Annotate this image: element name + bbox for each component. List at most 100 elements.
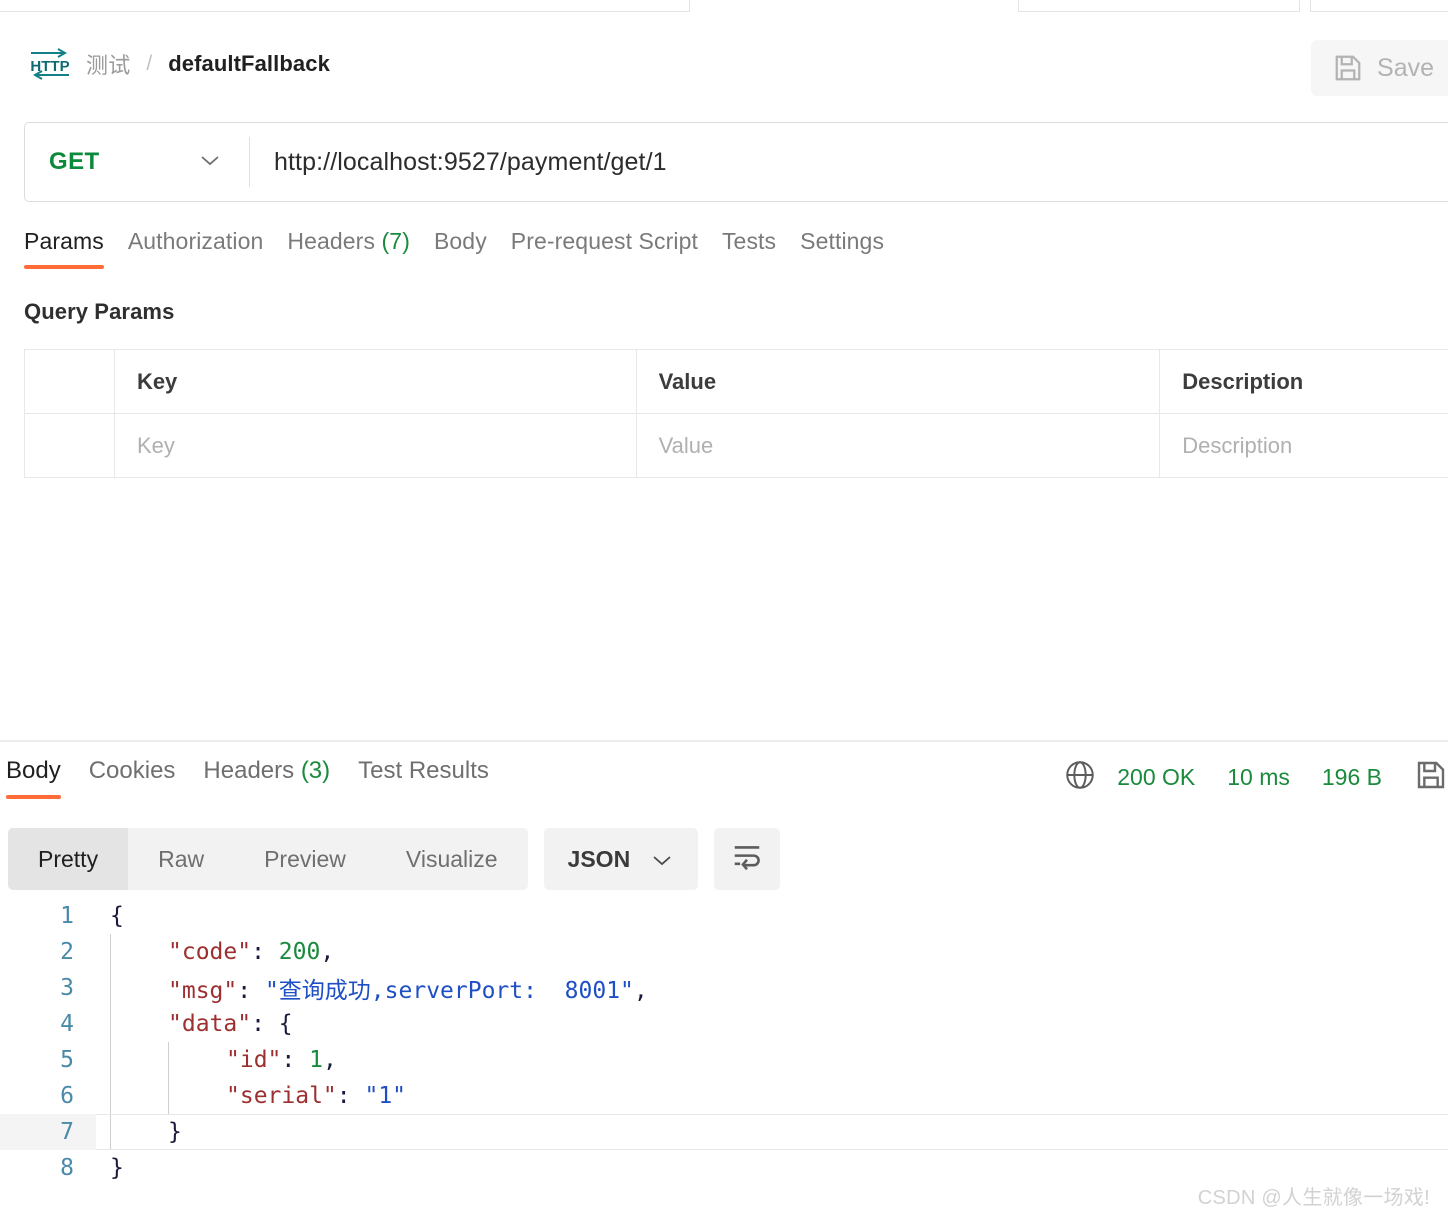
tab-fragment-middle[interactable]	[1018, 0, 1300, 12]
tab-settings-label: Settings	[800, 228, 885, 254]
json-token-key: "serial"	[226, 1083, 337, 1109]
tab-tests-label: Tests	[721, 228, 777, 254]
response-tab-body[interactable]: Body	[6, 757, 89, 799]
json-line: 7}	[0, 1114, 1448, 1150]
breadcrumb: HTTP 测试 / defaultFallback	[28, 46, 330, 82]
tab-body-label: Body	[433, 228, 487, 254]
tab-settings[interactable]: Settings	[800, 228, 908, 269]
format-raw-label: Raw	[158, 845, 205, 872]
indent-guide	[110, 970, 111, 1006]
json-token-brace: }	[168, 1119, 182, 1145]
json-tokens: "code": 200,	[96, 939, 334, 965]
postman-window: HTTP 测试 / defaultFallback Save GET http:…	[0, 0, 1448, 1224]
json-line: 5 "id": 1,	[0, 1042, 1448, 1078]
method-select[interactable]: GET	[25, 123, 249, 201]
breadcrumb-folder[interactable]: 测试	[86, 48, 130, 80]
request-tabs: Params Authorization Headers (7) Body Pr…	[24, 228, 1448, 276]
format-preview-label: Preview	[264, 845, 346, 872]
json-token-punc: :	[237, 978, 265, 1004]
save-response-icon[interactable]	[1414, 759, 1448, 796]
response-meta: 200 OK 10 ms 196 B	[1063, 758, 1448, 797]
json-token-key: "data"	[168, 1011, 252, 1037]
floppy-disk-icon	[1333, 53, 1363, 83]
response-body-json[interactable]: 1{2 "code": 200, 3 "msg": "查询成功,serverPort:…	[0, 898, 1448, 1198]
line-number: 8	[60, 1155, 74, 1181]
json-token-brace: {	[278, 1011, 293, 1037]
panel-splitter[interactable]	[0, 740, 1448, 742]
format-pretty-label: Pretty	[38, 845, 99, 872]
tab-params-label: Params	[24, 228, 104, 254]
response-tab-headers[interactable]: Headers (3)	[203, 757, 358, 799]
json-token-key: "code"	[168, 939, 252, 965]
response-tab-test-results-label: Test Results	[358, 757, 489, 784]
http-icon: HTTP	[28, 46, 72, 82]
save-button[interactable]: Save	[1311, 40, 1448, 96]
json-tokens: "id": 1,	[96, 1047, 337, 1073]
json-line-content: "data": {	[96, 1006, 1448, 1042]
response-time[interactable]: 10 ms	[1227, 764, 1290, 791]
query-params-title: Query Params	[24, 299, 175, 324]
table-header-row: Key Value Description	[25, 350, 1448, 414]
format-preview[interactable]: Preview	[234, 828, 376, 890]
status-badge[interactable]: 200 OK	[1117, 764, 1195, 791]
response-tabs: Body Cookies Headers (3) Test Results	[6, 757, 517, 799]
json-line: 1{	[0, 898, 1448, 934]
tab-fragment-left[interactable]	[0, 0, 690, 12]
json-line-content: "id": 1,	[96, 1042, 1448, 1078]
format-raw[interactable]: Raw	[128, 828, 234, 890]
page-title[interactable]: defaultFallback	[168, 51, 330, 77]
json-token-punc: ,	[633, 978, 648, 1004]
method-label: GET	[49, 148, 100, 175]
json-line: 4 "data": {	[0, 1006, 1448, 1042]
json-line-content: "serial": "1"	[96, 1078, 1448, 1114]
save-button-label: Save	[1377, 53, 1434, 82]
response-tab-headers-count: (3)	[300, 757, 331, 784]
wrap-lines-icon	[730, 842, 764, 877]
line-number: 3	[60, 975, 74, 1001]
tab-params[interactable]: Params	[24, 228, 128, 269]
json-tokens: "data": {	[96, 1011, 293, 1037]
param-value-input[interactable]: Value	[637, 414, 1161, 477]
param-key-input[interactable]: Key	[115, 414, 637, 477]
tab-tests[interactable]: Tests	[722, 228, 800, 269]
json-tokens: "serial": "1"	[96, 1083, 406, 1109]
row-checkbox[interactable]	[25, 414, 115, 477]
json-line-content: {	[96, 898, 1448, 934]
param-description-input[interactable]: Description	[1160, 414, 1448, 477]
tab-pre-request-script[interactable]: Pre-request Script	[511, 228, 722, 269]
response-size[interactable]: 196 B	[1322, 764, 1382, 791]
request-header: HTTP 测试 / defaultFallback Save	[0, 14, 1448, 100]
column-header-description: Description	[1182, 368, 1304, 394]
response-tab-test-results[interactable]: Test Results	[358, 757, 517, 799]
table-row[interactable]: Key Value Description	[25, 414, 1448, 478]
json-token-num: 200	[278, 939, 321, 965]
query-params-table: Key Value Description Key Value Descript…	[24, 349, 1448, 478]
json-token-punc: :	[281, 1047, 310, 1073]
json-token-key: "id"	[226, 1047, 282, 1073]
tab-authorization[interactable]: Authorization	[128, 228, 288, 269]
wrap-lines-button[interactable]	[714, 828, 781, 890]
json-token-brace: }	[110, 1155, 124, 1181]
header-checkbox-cell	[25, 350, 115, 413]
content-type-select[interactable]: JSON	[543, 828, 699, 890]
indent-guide	[110, 1042, 111, 1078]
tab-headers[interactable]: Headers (7)	[287, 228, 434, 269]
format-pretty[interactable]: Pretty	[8, 828, 129, 890]
json-token-punc: :	[251, 1011, 279, 1037]
response-tab-cookies[interactable]: Cookies	[89, 757, 204, 799]
breadcrumb-separator: /	[146, 52, 153, 75]
json-token-str: "查询成功,serverPort: 8001"	[264, 978, 634, 1004]
url-input[interactable]: http://localhost:9527/payment/get/1	[250, 148, 1448, 177]
tab-fragment-right[interactable]	[1310, 0, 1448, 12]
content-type-label: JSON	[567, 845, 631, 872]
response-format-toolbar: Pretty Raw Preview Visualize JSON	[8, 828, 781, 890]
json-line-content: "code": 200,	[96, 934, 1448, 970]
watermark: CSDN @人生就像一场戏!	[1197, 1187, 1430, 1209]
format-visualize[interactable]: Visualize	[376, 828, 528, 890]
tab-body[interactable]: Body	[434, 228, 511, 269]
column-header-value: Value	[637, 350, 1161, 413]
json-line: 2 "code": 200,	[0, 934, 1448, 970]
svg-text:HTTP: HTTP	[30, 58, 69, 75]
response-tab-body-label: Body	[6, 757, 61, 784]
tab-headers-label: Headers	[287, 228, 376, 254]
